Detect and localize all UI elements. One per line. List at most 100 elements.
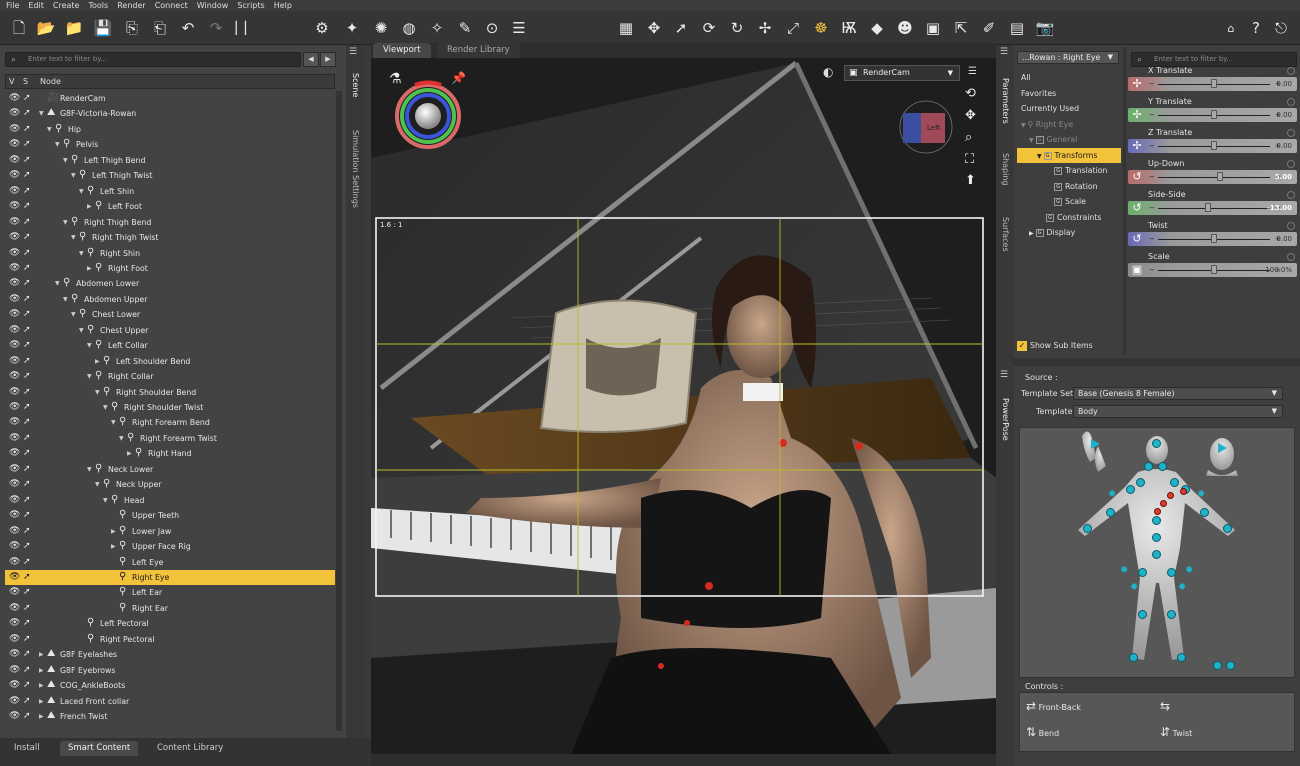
selectable-icon[interactable]: ➚ bbox=[23, 588, 31, 597]
expand-arrow-icon[interactable]: ▶ bbox=[39, 681, 44, 690]
point-light-icon[interactable]: ✺ bbox=[370, 17, 392, 39]
selectable-icon[interactable]: ➚ bbox=[23, 341, 31, 350]
selectable-icon[interactable]: ➚ bbox=[23, 356, 31, 366]
visibility-icon[interactable]: 👁 bbox=[9, 418, 20, 427]
slider-value[interactable]: -13.00 bbox=[1267, 204, 1292, 212]
viewport-tools-icon[interactable]: ☰ bbox=[508, 17, 530, 39]
tips-icon[interactable]: ⎋ bbox=[1270, 17, 1292, 39]
menu-scripts[interactable]: Scripts bbox=[237, 0, 264, 11]
show-sub-items-checkbox[interactable]: ✓ Show Sub Items bbox=[1017, 341, 1093, 351]
bend-control[interactable]: ⇅ Bend bbox=[1026, 725, 1059, 739]
toe-left-control-point[interactable] bbox=[1213, 661, 1222, 670]
parameter-group-item[interactable]: G Constraints bbox=[1017, 210, 1121, 225]
selectable-icon[interactable]: ➚ bbox=[23, 650, 31, 659]
right-hand-control-point[interactable] bbox=[1223, 524, 1232, 533]
selectable-icon[interactable]: ➚ bbox=[23, 372, 31, 381]
surfaces-side-tab[interactable]: Surfaces bbox=[1000, 217, 1010, 252]
right-thigh-control-point[interactable] bbox=[1167, 568, 1176, 577]
collapse-arrow-icon[interactable]: ▼ bbox=[95, 480, 100, 489]
tree-row[interactable]: 👁 ➚ ▼ ⚲ Chest Lower bbox=[5, 307, 335, 323]
redo-icon[interactable]: ↷ bbox=[205, 17, 227, 39]
powerpose-menu-icon[interactable]: ☰ bbox=[1000, 370, 1008, 380]
right-collar-control-point[interactable] bbox=[1170, 478, 1179, 487]
selectable-icon[interactable]: ➚ bbox=[23, 310, 31, 319]
visibility-icon[interactable]: 👁 bbox=[9, 109, 20, 118]
slider-handle[interactable] bbox=[1211, 265, 1217, 274]
tree-row[interactable]: 👁 ➚ ⚲ Left Pectoral bbox=[5, 616, 335, 632]
eye-marker-3[interactable] bbox=[1154, 508, 1161, 515]
slider-handle[interactable] bbox=[1205, 203, 1212, 212]
expand-arrow-icon[interactable]: ▶ bbox=[111, 527, 116, 536]
collapse-arrow-icon[interactable]: ▼ bbox=[87, 372, 92, 381]
universal-icon[interactable]: ✥ bbox=[643, 17, 665, 39]
visibility-icon[interactable]: 👁 bbox=[9, 124, 20, 134]
menu-help[interactable]: Help bbox=[274, 0, 292, 11]
parameter-group-item[interactable]: Favorites bbox=[1017, 86, 1121, 101]
parameters-side-tab[interactable]: Parameters bbox=[1000, 78, 1010, 124]
parameter-group-item[interactable]: G Scale bbox=[1017, 194, 1121, 209]
menu-window[interactable]: Window bbox=[197, 0, 229, 11]
tree-row[interactable]: 👁 ➚ ▶ ⚲ Left Foot bbox=[5, 199, 335, 215]
splitter[interactable] bbox=[1123, 47, 1126, 355]
template-set-dropdown[interactable]: Base (Genesis 8 Female) ▼ bbox=[1073, 387, 1283, 400]
slider-options-icon[interactable] bbox=[1287, 222, 1295, 230]
slider-handle[interactable] bbox=[1211, 234, 1217, 243]
slider-up-down[interactable]: Up-Down ↺ − +5.00 bbox=[1128, 159, 1297, 189]
collapse-arrow-icon[interactable]: ▼ bbox=[111, 418, 116, 427]
tree-row[interactable]: 👁 ➚ ▼ ⛰ G8F-Victoria-Rowan bbox=[5, 106, 335, 122]
nav-cube-label[interactable]: Left bbox=[927, 124, 940, 132]
menu-file[interactable]: File bbox=[6, 0, 19, 11]
visibility-icon[interactable]: 👁 bbox=[9, 696, 20, 706]
decrement-icon[interactable]: − bbox=[1149, 142, 1155, 150]
selectable-icon[interactable]: ➚ bbox=[23, 202, 31, 211]
parameter-group-item[interactable]: Currently Used bbox=[1017, 101, 1121, 116]
parameter-group-item[interactable]: All bbox=[1017, 70, 1121, 85]
slider-handle[interactable] bbox=[1216, 172, 1223, 181]
nav-forward-button[interactable]: ▶ bbox=[320, 52, 336, 67]
selectable-icon[interactable]: ➚ bbox=[23, 94, 31, 103]
tree-row[interactable]: 👁 ➚ ▼ ⚲ Right Shoulder Twist bbox=[5, 400, 335, 416]
tree-row[interactable]: 👁 ➚ ▼ ⚲ Left Collar bbox=[5, 338, 335, 354]
visibility-icon[interactable]: 👁 bbox=[9, 681, 20, 690]
3d-viewport[interactable]: ⚗ 📌 ◐ ▣ RenderCam ▼ ☰ Left ⟲ ✥ ⌕ ⛶ ⬆ 1.6… bbox=[371, 58, 996, 754]
pointer-icon[interactable]: ➚ bbox=[670, 17, 692, 39]
shaping-side-tab[interactable]: Shaping bbox=[1000, 153, 1010, 186]
expand-arrow-icon[interactable]: ▶ bbox=[87, 264, 92, 273]
tree-row[interactable]: 👁 ➚ ▶ ⛰ G8F Eyebrows bbox=[5, 663, 335, 679]
tree-row[interactable]: 👁 ➚ ▶ ⛰ COG_AnkleBoots bbox=[5, 678, 335, 694]
rotate-icon[interactable]: ⟳ bbox=[698, 17, 720, 39]
slider-value[interactable]: 0.00 bbox=[1276, 80, 1292, 88]
translate-icon[interactable]: ✢ bbox=[754, 17, 776, 39]
expand-arrow-icon[interactable]: ▶ bbox=[39, 697, 44, 706]
scale-icon[interactable]: ⤢ bbox=[782, 17, 804, 39]
selectable-icon[interactable]: ➚ bbox=[23, 387, 31, 397]
node-selection-icon[interactable]: ⊙ bbox=[481, 17, 503, 39]
visibility-icon[interactable]: 👁 bbox=[9, 372, 20, 381]
collapse-arrow-icon[interactable]: ▼ bbox=[119, 434, 124, 443]
menu-render[interactable]: Render bbox=[117, 0, 145, 11]
tree-row[interactable]: 👁 ➚ ▼ ⚲ Left Thigh Twist bbox=[5, 168, 335, 184]
collapse-arrow-icon[interactable]: ▼ bbox=[103, 403, 108, 412]
selectable-icon[interactable]: ➚ bbox=[23, 696, 31, 706]
import-icon[interactable]: ⎘ bbox=[121, 17, 143, 39]
slider-handle[interactable] bbox=[1211, 110, 1217, 119]
daz-studio-icon[interactable]: ⌂ bbox=[1220, 17, 1242, 39]
shader-icon[interactable]: ◍ bbox=[398, 17, 420, 39]
selectable-icon[interactable]: ➚ bbox=[23, 403, 31, 412]
parameter-group-item[interactable]: ▼ ⚲ Right Eye bbox=[1017, 117, 1121, 132]
visibility-icon[interactable]: 👁 bbox=[9, 155, 20, 165]
collapse-arrow-icon[interactable]: ▼ bbox=[55, 140, 60, 149]
collapse-arrow-icon[interactable]: ▼ bbox=[79, 187, 84, 196]
tree-row[interactable]: 👁 ➚ ▼ ⚲ Pelvis bbox=[5, 137, 335, 153]
parameters-filter-input[interactable]: ⌕ Enter text to filter by... bbox=[1131, 52, 1297, 67]
visibility-icon[interactable]: 👁 bbox=[9, 511, 20, 520]
selectable-icon[interactable]: ➚ bbox=[23, 263, 31, 273]
template-dropdown[interactable]: Body ▼ bbox=[1073, 405, 1283, 418]
simulation-settings-side-tab[interactable]: Simulation Settings bbox=[350, 130, 360, 208]
slider-options-icon[interactable] bbox=[1287, 160, 1295, 168]
merge-icon[interactable]: 📁 bbox=[63, 17, 85, 39]
left-right-control[interactable]: ⇆ bbox=[1160, 699, 1170, 713]
tree-row[interactable]: 👁 ➚ ▼ ⚲ Abdomen Lower bbox=[5, 276, 335, 292]
left-hip-gear-icon[interactable]: ✹ bbox=[1120, 566, 1128, 576]
scene-filter-input[interactable]: ⌕ Enter text to filter by... bbox=[5, 52, 301, 67]
